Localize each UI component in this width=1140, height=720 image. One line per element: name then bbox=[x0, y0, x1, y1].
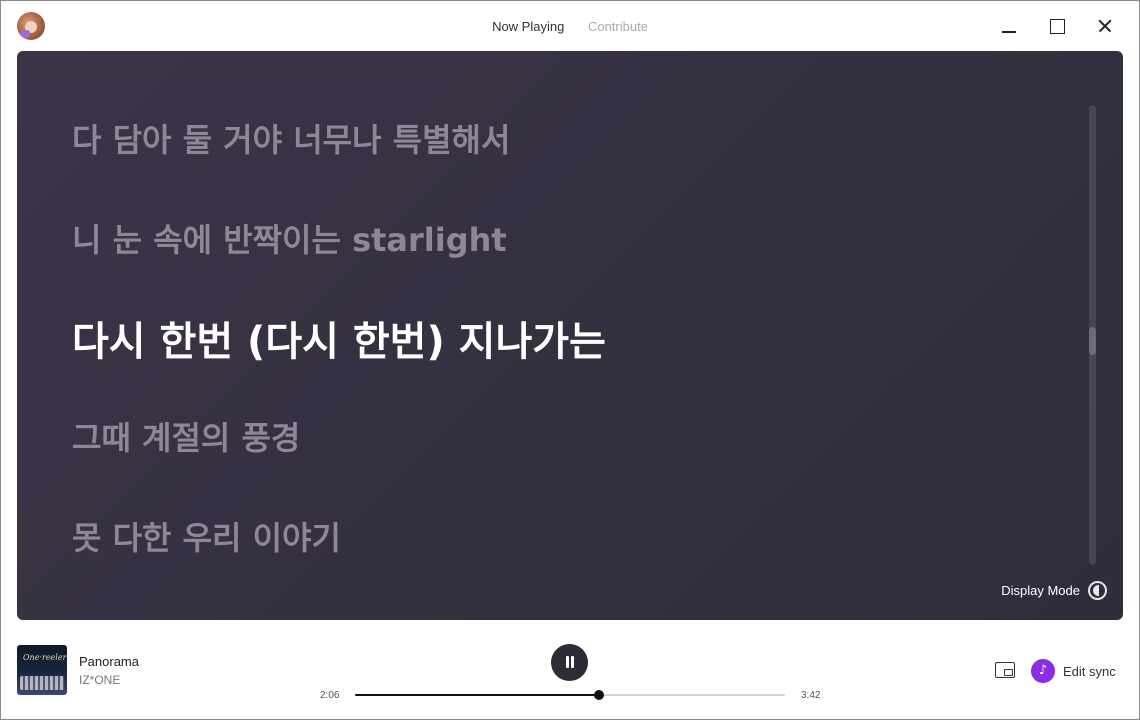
close-icon[interactable] bbox=[1093, 14, 1117, 38]
music-note-icon: ♪ bbox=[1031, 659, 1055, 683]
lyric-line-current[interactable]: 다시 한번 (다시 한번) 지나가는 bbox=[72, 309, 606, 367]
maximize-icon[interactable] bbox=[1045, 14, 1069, 38]
progress-bar[interactable] bbox=[355, 690, 785, 700]
lyric-line[interactable]: 못 다한 우리 이야기 bbox=[72, 513, 341, 559]
lyric-line[interactable]: 니 눈 속에 반짝이는 starlight bbox=[72, 215, 507, 261]
tab-now-playing[interactable]: Now Playing bbox=[492, 19, 564, 34]
total-time: 3:42 bbox=[801, 690, 821, 701]
album-art[interactable]: One·reeler bbox=[17, 645, 67, 695]
lyrics-panel: 다 담아 둘 거야 너무나 특별해서 니 눈 속에 반짝이는 starlight… bbox=[17, 51, 1123, 620]
display-mode-label: Display Mode bbox=[1001, 583, 1080, 598]
track-title[interactable]: Panorama bbox=[79, 654, 139, 669]
title-bar: Now Playing Contribute bbox=[0, 0, 1140, 52]
pause-icon bbox=[571, 656, 574, 668]
album-art-crowd bbox=[20, 676, 64, 690]
lyrics-scrollbar-thumb[interactable] bbox=[1089, 327, 1096, 355]
progress-fill bbox=[355, 694, 600, 696]
mini-player-icon[interactable] bbox=[995, 662, 1015, 678]
pause-button[interactable] bbox=[551, 644, 588, 681]
top-nav: Now Playing Contribute bbox=[0, 19, 1140, 34]
lyric-line[interactable]: 다 담아 둘 거야 너무나 특별해서 bbox=[72, 115, 510, 161]
tab-contribute[interactable]: Contribute bbox=[588, 19, 648, 34]
display-mode-toggle[interactable]: Display Mode bbox=[1001, 581, 1107, 600]
album-art-script: One·reeler bbox=[23, 653, 67, 662]
track-artist[interactable]: IZ*ONE bbox=[79, 673, 120, 687]
progress-knob[interactable] bbox=[594, 690, 605, 700]
contrast-icon[interactable] bbox=[1088, 581, 1107, 600]
lyric-line[interactable]: 그때 계절의 풍경 bbox=[72, 413, 300, 459]
edit-sync-button[interactable]: ♪ Edit sync bbox=[1031, 659, 1116, 683]
edit-sync-label: Edit sync bbox=[1063, 663, 1116, 679]
minimize-icon[interactable] bbox=[997, 14, 1021, 38]
elapsed-time: 2:06 bbox=[320, 690, 340, 701]
pause-icon bbox=[566, 656, 569, 668]
